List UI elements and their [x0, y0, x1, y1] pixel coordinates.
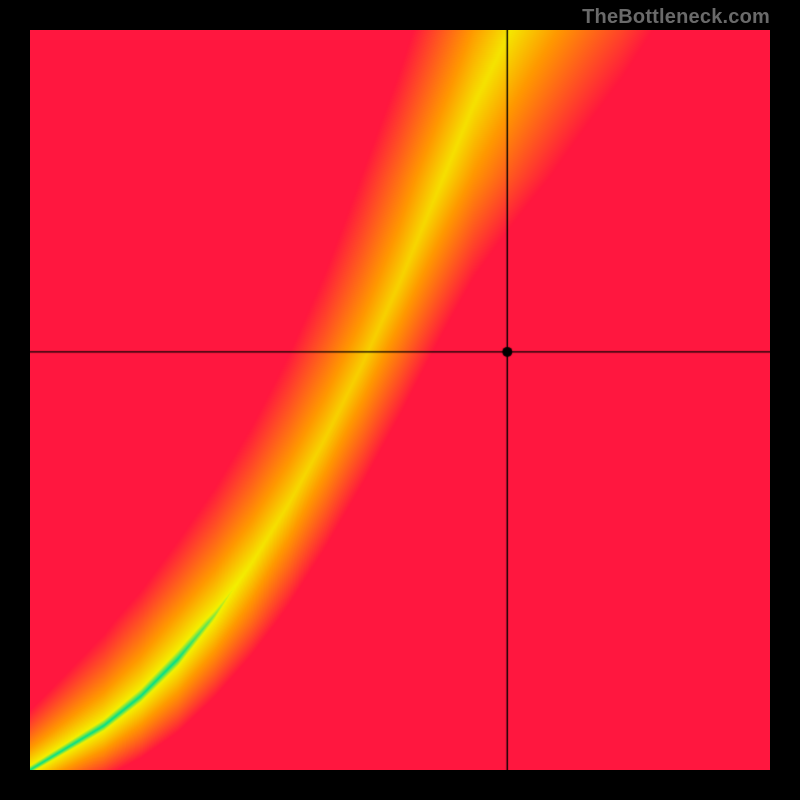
- chart-container: TheBottleneck.com: [0, 0, 800, 800]
- watermark-text: TheBottleneck.com: [582, 6, 770, 29]
- plot-area: [30, 30, 770, 770]
- bottleneck-heatmap: [30, 30, 770, 770]
